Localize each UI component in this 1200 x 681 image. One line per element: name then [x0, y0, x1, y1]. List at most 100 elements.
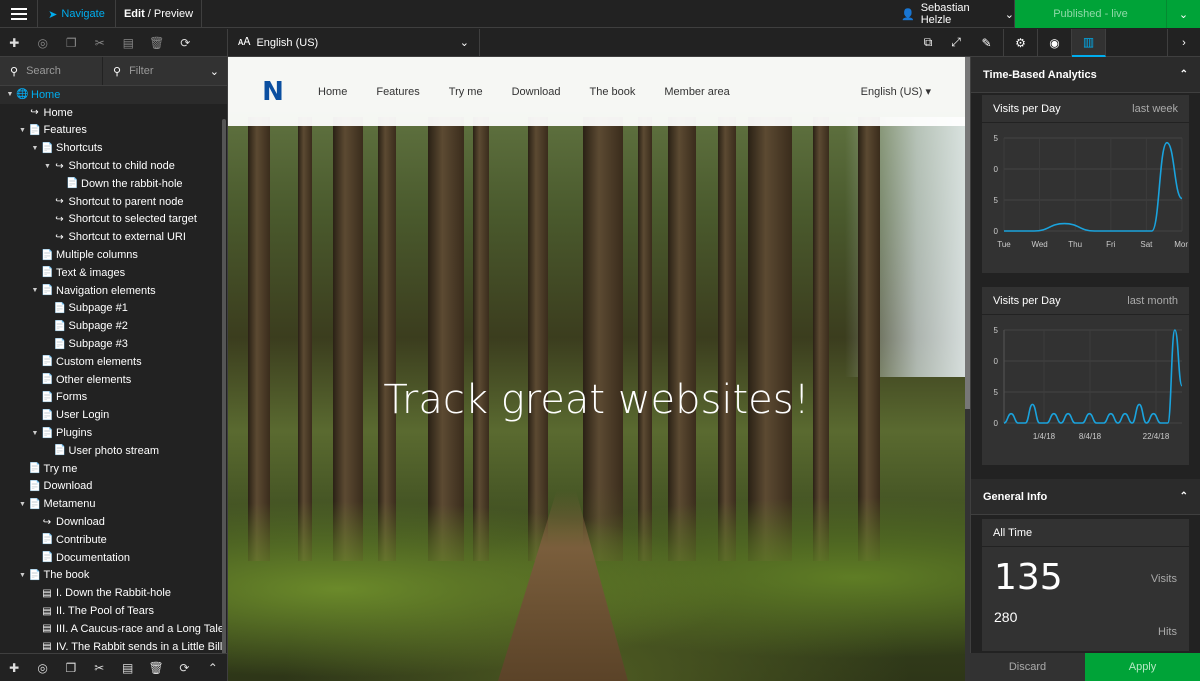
- menu-button[interactable]: [0, 0, 38, 28]
- target-icon[interactable]: ◉: [1038, 29, 1072, 57]
- hide-icon[interactable]: ◎: [29, 29, 58, 57]
- month-card-period: last month: [1127, 294, 1178, 307]
- tree-node[interactable]: 📄 Download: [0, 478, 227, 496]
- tree-node[interactable]: ↪ Download: [0, 513, 227, 531]
- paste-icon[interactable]: ▤: [114, 661, 142, 675]
- external-link-icon[interactable]: ⧉: [914, 29, 942, 57]
- page-icon: 📄: [41, 356, 54, 368]
- copy-icon[interactable]: ❐: [57, 661, 85, 675]
- tree-node[interactable]: ▼ 📄 Shortcuts: [0, 139, 227, 157]
- add-icon[interactable]: ✚: [0, 661, 28, 675]
- tree-node[interactable]: 📄 Text & images: [0, 264, 227, 282]
- tree-node[interactable]: 📄 Subpage #2: [0, 317, 227, 335]
- edit-preview-button[interactable]: Edit / Preview: [116, 0, 202, 28]
- hamburger-icon: [10, 13, 27, 15]
- week-card-period: last week: [1132, 102, 1178, 115]
- hero-title: Track great websites!: [383, 377, 810, 423]
- copy-icon[interactable]: ❐: [57, 29, 86, 57]
- caret-down-icon[interactable]: ▼: [17, 127, 29, 134]
- tree-scrollbar[interactable]: [222, 119, 226, 679]
- caret-down-icon[interactable]: ▼: [17, 501, 29, 508]
- tree-node[interactable]: ↪ Shortcut to selected target: [0, 211, 227, 229]
- tree-node[interactable]: ↪ Shortcut to external URI: [0, 228, 227, 246]
- chevron-up-icon[interactable]: ⌃: [199, 661, 227, 675]
- tree-node[interactable]: ↪ Home: [0, 104, 227, 122]
- pencil-icon[interactable]: ✎: [970, 29, 1004, 57]
- publish-status[interactable]: Published - live: [1015, 0, 1167, 28]
- tree-node-label: I. Down the Rabbit-hole: [56, 587, 171, 600]
- user-menu[interactable]: 👤 Sebastian Helzle ⌄: [889, 0, 1015, 28]
- tree-node-label: User photo stream: [68, 444, 159, 457]
- analytics-icon[interactable]: ▥: [1072, 29, 1106, 57]
- tree-node[interactable]: 📄 Contribute: [0, 531, 227, 549]
- gear-icon[interactable]: ⚙: [1004, 29, 1038, 57]
- x-tick-label: Wed: [1031, 240, 1047, 249]
- tree-node[interactable]: ▤ III. A Caucus-race and a Long Tale: [0, 620, 227, 638]
- page-icon: 📄: [41, 391, 54, 403]
- site-nav-link[interactable]: Try me: [449, 86, 483, 98]
- refresh-icon[interactable]: ⟳: [171, 29, 200, 57]
- page-icon: 📄: [53, 445, 66, 457]
- tree-node[interactable]: ▼ 📄 Features: [0, 122, 227, 140]
- site-nav-link[interactable]: The book: [590, 86, 636, 98]
- delete-icon[interactable]: 🗑: [143, 29, 172, 57]
- paste-icon[interactable]: ▤: [114, 29, 143, 57]
- tree-node[interactable]: ▤ I. Down the Rabbit-hole: [0, 584, 227, 602]
- site-nav-link[interactable]: Features: [376, 86, 419, 98]
- tree-node-label: Text & images: [56, 266, 126, 279]
- tree-node[interactable]: 📄 User Login: [0, 406, 227, 424]
- tree-node[interactable]: 📄 Subpage #3: [0, 335, 227, 353]
- analytics-section-header[interactable]: Time-Based Analytics ⌃: [971, 57, 1200, 93]
- tree-node[interactable]: ▤ II. The Pool of Tears: [0, 602, 227, 620]
- add-icon[interactable]: ✚: [0, 29, 29, 57]
- tree-node[interactable]: 📄 Forms: [0, 389, 227, 407]
- tree-node[interactable]: ▼ 📄 Metamenu: [0, 495, 227, 513]
- apply-button[interactable]: Apply: [1085, 653, 1200, 681]
- tree-node[interactable]: 📄 Multiple columns: [0, 246, 227, 264]
- dimension-selector[interactable]: 🗚 English (US) ⌄: [228, 28, 480, 57]
- hide-icon[interactable]: ◎: [28, 661, 56, 675]
- search-input[interactable]: ⚲ Search: [0, 57, 103, 85]
- discard-button[interactable]: Discard: [970, 653, 1085, 681]
- filter-select[interactable]: ⚲ Filter ⌄: [103, 57, 227, 85]
- cut-icon[interactable]: ✂: [85, 661, 113, 675]
- navigate-button[interactable]: ➤ Navigate: [38, 0, 116, 28]
- site-nav-link[interactable]: Download: [512, 86, 561, 98]
- site-nav-link[interactable]: Member area: [664, 86, 729, 98]
- tree-node-label: Features: [43, 124, 87, 137]
- tree-node[interactable]: 📄 Down the rabbit-hole: [0, 175, 227, 193]
- tree-node[interactable]: ↪ Shortcut to parent node: [0, 193, 227, 211]
- tree-node[interactable]: ▼ 📄 Plugins: [0, 424, 227, 442]
- dimension-label: English (US): [256, 36, 319, 49]
- cut-icon[interactable]: ✂: [86, 29, 115, 57]
- tree-node[interactable]: ▼ 📄 Navigation elements: [0, 282, 227, 300]
- y-tick-label: 5: [994, 388, 999, 397]
- tree-node[interactable]: 📄 Custom elements: [0, 353, 227, 371]
- x-tick-label: 1/4/18: [1033, 432, 1056, 441]
- caret-down-icon[interactable]: ▼: [17, 572, 29, 579]
- caret-down-icon[interactable]: ▼: [42, 163, 54, 170]
- caret-down-icon[interactable]: ▼: [29, 145, 41, 152]
- chevron-right-icon[interactable]: ›: [1168, 29, 1200, 57]
- tree-node[interactable]: 📄 Other elements: [0, 371, 227, 389]
- site-nav-link[interactable]: Home: [318, 86, 347, 98]
- general-section-header[interactable]: General Info ⌃: [971, 479, 1200, 515]
- tree-node[interactable]: 📄 Try me: [0, 460, 227, 478]
- tree-node[interactable]: 📄 Documentation: [0, 549, 227, 567]
- caret-down-icon[interactable]: ▼: [29, 287, 41, 294]
- site-logo[interactable]: N: [228, 77, 318, 107]
- refresh-icon[interactable]: ⟳: [170, 661, 198, 675]
- site-language-switch[interactable]: English (US) ▾: [861, 85, 931, 98]
- tree-node[interactable]: ▼ 📄 The book: [0, 567, 227, 585]
- tree-node[interactable]: 📄 Subpage #1: [0, 300, 227, 318]
- tree-node[interactable]: 📄 User photo stream: [0, 442, 227, 460]
- publish-menu-button[interactable]: ⌄: [1167, 0, 1200, 28]
- caret-down-icon[interactable]: ▼: [29, 430, 41, 437]
- delete-icon[interactable]: 🗑: [142, 661, 170, 675]
- tree-node-label: Down the rabbit-hole: [81, 177, 183, 190]
- tree-node[interactable]: ▼ 🌐 Home: [0, 86, 227, 104]
- tree-node[interactable]: ▤ IV. The Rabbit sends in a Little Bill: [0, 638, 227, 650]
- fullscreen-icon[interactable]: ⤢: [942, 29, 970, 57]
- tree-node[interactable]: ▼ ↪ Shortcut to child node: [0, 157, 227, 175]
- caret-down-icon[interactable]: ▼: [4, 91, 16, 98]
